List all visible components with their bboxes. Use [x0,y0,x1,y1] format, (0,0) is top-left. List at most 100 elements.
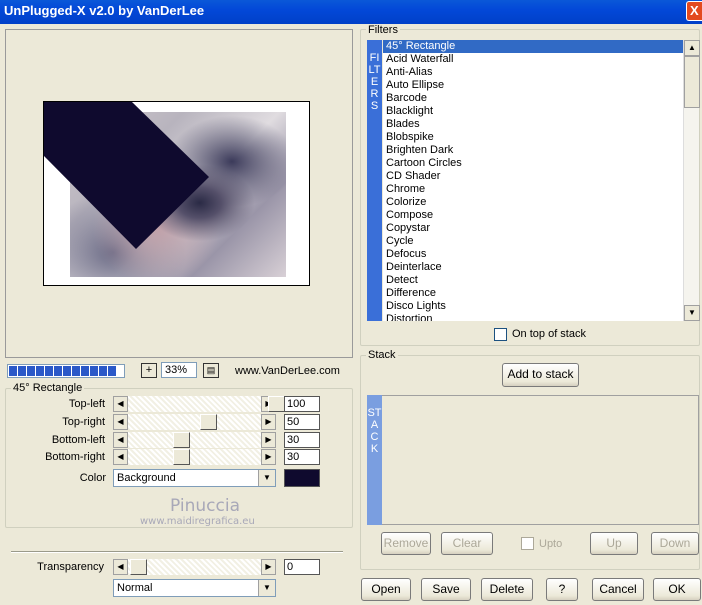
filter-list-item[interactable]: Anti-Alias [383,66,683,79]
progress-segment [99,366,107,376]
slider-thumb[interactable] [173,432,190,448]
slider-left-icon[interactable]: ◀ [113,432,128,448]
zoom-fit-icon[interactable]: ▤ [203,363,219,378]
filter-list-item[interactable]: Acid Waterfall [383,53,683,66]
slider-thumb[interactable] [130,559,147,575]
slider-track[interactable] [128,432,261,448]
down-button[interactable]: Down [651,532,699,555]
param-value[interactable]: 30 [284,432,320,448]
filter-list-item[interactable]: Chrome [383,183,683,196]
slider-label: Top-right [62,416,105,428]
chevron-down-icon[interactable]: ▼ [258,470,275,486]
param-slider[interactable]: ◀ ▶ [113,449,276,465]
delete-button[interactable]: Delete [481,578,533,601]
transparency-value[interactable]: 0 [284,559,320,575]
slider-label: Top-left [68,398,105,410]
slider-left-icon[interactable]: ◀ [113,414,128,430]
slider-track[interactable] [128,396,285,412]
scroll-thumb[interactable] [684,56,700,108]
slider-label: Bottom-right [45,451,105,463]
slider-right-icon[interactable]: ▶ [261,432,276,448]
add-to-stack-button[interactable]: Add to stack [502,363,579,387]
scroll-down-icon[interactable]: ▼ [684,305,700,321]
filter-list-item[interactable]: Defocus [383,248,683,261]
filters-list[interactable]: 45° Rectangle Acid Waterfall Anti-Alias Aut… [383,40,683,321]
website-link[interactable]: www.VanDerLee.com [235,365,340,377]
color-mode-select[interactable]: Background ▼ [113,469,276,487]
progress-segment [36,366,44,376]
filter-list-item[interactable]: Disco Lights [383,300,683,313]
blend-mode-select[interactable]: Normal ▼ [113,579,276,597]
filter-list-item[interactable]: Blobspike [383,131,683,144]
transparency-slider[interactable]: ◀ ▶ [113,559,276,575]
color-label: Color [79,472,106,484]
up-button[interactable]: Up [590,532,638,555]
param-value[interactable]: 100 [284,396,320,412]
progress-segment [90,366,98,376]
progress-segment [54,366,62,376]
remove-button[interactable]: Remove [381,532,431,555]
param-value[interactable]: 50 [284,414,320,430]
transparency-label: Transparency [37,561,104,573]
filter-list-item[interactable]: Cartoon Circles [383,157,683,170]
filter-list-item[interactable]: Distortion [383,313,683,321]
upto-label: Upto [539,538,563,550]
chevron-down-icon[interactable]: ▼ [258,580,275,596]
filter-list-item[interactable]: Barcode [383,92,683,105]
filter-list-item[interactable]: Detect [383,274,683,287]
color-mode-value: Background [117,472,176,484]
progress-segment [9,366,17,376]
filter-list-item[interactable]: Cycle [383,235,683,248]
filter-list-item[interactable]: CD Shader [383,170,683,183]
stack-list[interactable] [367,395,699,525]
param-slider[interactable]: ◀ ▶ [113,432,276,448]
slider-right-icon[interactable]: ▶ [261,449,276,465]
settings-group-label: 45° Rectangle [11,382,85,394]
progress-segment [72,366,80,376]
progress-segment [27,366,35,376]
slider-thumb[interactable] [173,449,190,465]
slider-left-icon[interactable]: ◀ [113,396,128,412]
slider-left-icon[interactable]: ◀ [113,449,128,465]
upto-checkbox[interactable] [521,537,534,550]
divider [11,551,343,553]
slider-right-icon[interactable]: ▶ [261,414,276,430]
filter-list-item[interactable]: Blacklight [383,105,683,118]
window-title: UnPlugged-X v2.0 by VanDerLee [4,3,205,18]
clear-button[interactable]: Clear [441,532,493,555]
param-value[interactable]: 30 [284,449,320,465]
filter-list-item[interactable]: Copystar [383,222,683,235]
filter-list-item[interactable]: Difference [383,287,683,300]
slider-left-icon[interactable]: ◀ [113,559,128,575]
on-top-label: On top of stack [512,328,586,340]
zoom-in-button[interactable]: + [141,363,157,378]
cancel-button[interactable]: Cancel [592,578,644,601]
on-top-checkbox[interactable] [494,328,507,341]
filter-list-item[interactable]: 45° Rectangle [383,40,683,53]
filter-list-item[interactable]: Deinterlace [383,261,683,274]
filter-list-item[interactable]: Compose [383,209,683,222]
ok-button[interactable]: OK [653,578,701,601]
slider-thumb[interactable] [200,414,217,430]
save-button[interactable]: Save [421,578,471,601]
slider-track[interactable] [128,414,261,430]
filter-list-item[interactable]: Auto Ellipse [383,79,683,92]
param-slider[interactable]: ◀ ▶ [113,396,285,412]
filters-scrollbar[interactable]: ▲ ▼ [683,40,700,321]
filter-list-item[interactable]: Brighten Dark [383,144,683,157]
open-button[interactable]: Open [361,578,411,601]
slider-track[interactable] [128,449,261,465]
scroll-up-icon[interactable]: ▲ [684,40,700,56]
close-button[interactable]: X [686,1,702,21]
stack-side-label: STACK [367,395,382,525]
color-swatch[interactable] [284,469,320,487]
filter-list-item[interactable]: Blades [383,118,683,131]
slider-right-icon[interactable]: ▶ [261,559,276,575]
help-button[interactable]: ? [546,578,578,601]
slider-track[interactable] [128,559,261,575]
param-slider[interactable]: ◀ ▶ [113,414,276,430]
slider-thumb[interactable] [268,396,285,412]
filter-list-item[interactable]: Colorize [383,196,683,209]
zoom-field[interactable]: 33% [161,362,197,378]
preview-canvas[interactable] [43,101,310,286]
